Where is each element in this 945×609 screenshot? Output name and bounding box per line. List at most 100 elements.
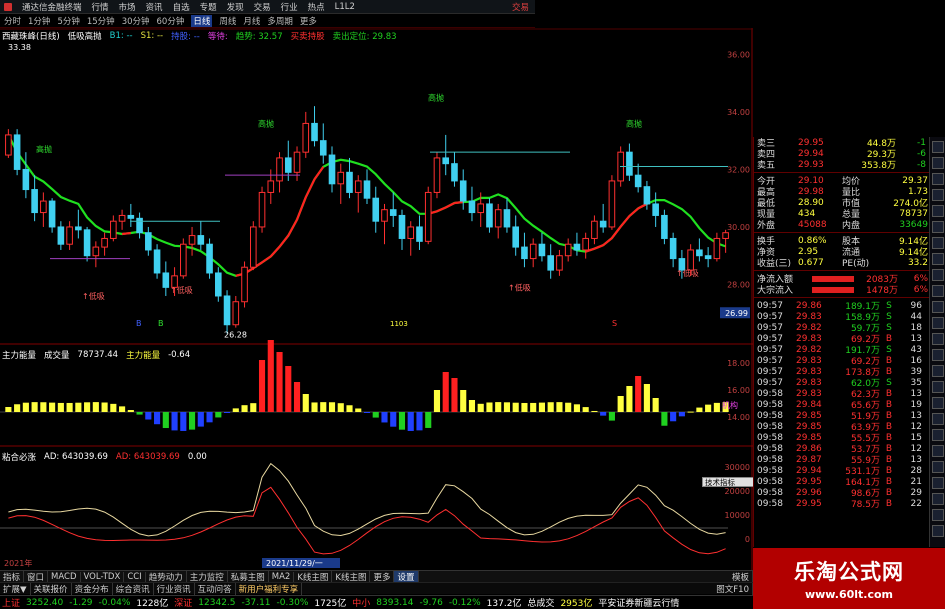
indicator-name[interactable]: 低吸高抛: [68, 30, 102, 42]
indicator-tab[interactable]: 私募主图: [228, 570, 269, 583]
menu-item[interactable]: 行情: [92, 1, 109, 13]
tool-icon[interactable]: [932, 477, 944, 489]
menu-item[interactable]: 发现: [227, 1, 244, 13]
tool-icon[interactable]: [932, 221, 944, 233]
period-tab[interactable]: 日线: [191, 14, 213, 27]
tick-price: 29.84: [796, 399, 822, 410]
ad-indicator-name[interactable]: 粘合必涨: [2, 451, 36, 463]
stat-value: 29.98: [798, 186, 824, 197]
tool-icon[interactable]: [932, 333, 944, 345]
candle-body: [494, 209, 502, 228]
info-tab[interactable]: 扩展▼: [0, 582, 31, 595]
period-tab[interactable]: 分时: [4, 15, 21, 27]
candle-body: [215, 272, 222, 297]
energy-bar: [381, 412, 388, 423]
tick-count: 39: [910, 366, 922, 377]
period-tab[interactable]: 周线: [219, 15, 236, 27]
period-tab[interactable]: 更多: [300, 15, 317, 27]
info-tab[interactable]: 综合资讯: [113, 582, 154, 595]
candle-body: [284, 157, 292, 173]
tick-volume: 78.5万: [850, 500, 880, 510]
f10-tab[interactable]: 图文F10: [713, 582, 753, 595]
indicator-tab[interactable]: 指标: [0, 570, 25, 583]
indicator-tabs: 指标 窗口 MACD VOL-TDX CCI 趋势动力 主力监控 私募主图 MA2 K线主图 K线主…: [0, 570, 753, 583]
info-tab[interactable]: 行业资讯: [154, 582, 195, 595]
tool-icon[interactable]: [932, 253, 944, 265]
menu-item[interactable]: 行业: [281, 1, 298, 13]
tick-price: 29.85: [796, 421, 822, 432]
period-tab[interactable]: 5分钟: [57, 15, 79, 27]
indicator-tab[interactable]: 更多: [370, 570, 395, 583]
trade-button[interactable]: 交易: [512, 1, 529, 13]
tool-icon[interactable]: [932, 413, 944, 425]
tool-icon[interactable]: [932, 173, 944, 185]
menu-item[interactable]: 交易: [254, 1, 271, 13]
tool-icon[interactable]: [932, 445, 944, 457]
menu-item[interactable]: L1L2: [335, 2, 355, 12]
info-tab[interactable]: 关联报价: [31, 582, 72, 595]
flow-percent: 6%: [913, 284, 928, 295]
tool-icon[interactable]: [932, 189, 944, 201]
indicator-tab[interactable]: 主力监控: [187, 570, 228, 583]
tool-icon[interactable]: [932, 365, 944, 377]
indicator-tab[interactable]: 设置: [394, 570, 419, 583]
tool-icon[interactable]: [932, 205, 944, 217]
period-tab[interactable]: 15分钟: [87, 15, 115, 27]
menu-item[interactable]: 自选: [173, 1, 190, 13]
energy-indicator-name[interactable]: 主力能量: [2, 349, 36, 361]
chart-area[interactable]: 36.00 34.00 32.00 30.00 28.00 33.38 26.28 ↑低吸 ↑低…: [0, 28, 753, 570]
tool-icon[interactable]: [932, 285, 944, 297]
info-tab[interactable]: 新用户福利专享: [236, 582, 303, 595]
indicator-tab[interactable]: 趋势动力: [146, 570, 187, 583]
tool-icon[interactable]: [932, 317, 944, 329]
tool-icon[interactable]: [932, 461, 944, 473]
indicator-tab[interactable]: MA2: [269, 571, 295, 582]
tick-count: 13: [910, 333, 922, 344]
sz-label[interactable]: 深证: [174, 596, 192, 609]
volume-value: 78737.44: [77, 350, 119, 360]
indicator-tab[interactable]: CCI: [124, 571, 146, 582]
menu-item[interactable]: 资讯: [146, 1, 163, 13]
tool-icon[interactable]: [932, 237, 944, 249]
sh-label[interactable]: 上证: [2, 596, 20, 609]
broker-name: 平安证券新疆云行情: [598, 599, 680, 609]
template-tab[interactable]: 模板: [729, 570, 753, 583]
tool-icon[interactable]: [932, 269, 944, 281]
zx-label[interactable]: 中小: [352, 596, 370, 609]
indicator-tab[interactable]: K线主图: [332, 570, 371, 583]
info-tab[interactable]: 互动问答: [195, 582, 236, 595]
candle-body: [687, 249, 694, 271]
tool-icon[interactable]: [932, 509, 944, 521]
tool-icon[interactable]: [932, 381, 944, 393]
period-tab[interactable]: 1分钟: [28, 15, 50, 27]
tick-price: 29.82: [796, 322, 822, 333]
energy-bar: [661, 412, 668, 426]
period-tab[interactable]: 30分钟: [122, 15, 150, 27]
tool-icon[interactable]: [932, 397, 944, 409]
indicator-tab[interactable]: 窗口: [24, 570, 49, 583]
ad-zero: 0.00: [187, 452, 207, 462]
menu-item[interactable]: 热点: [308, 1, 325, 13]
menu-item[interactable]: 市场: [119, 1, 136, 13]
tool-icon[interactable]: [932, 157, 944, 169]
s1-value: S1: --: [140, 31, 164, 41]
tool-icon[interactable]: [932, 493, 944, 505]
tool-icon[interactable]: [932, 141, 944, 153]
indicator-tab[interactable]: VOL-TDX: [81, 571, 125, 582]
b-marker: B: [136, 319, 142, 328]
tool-icon[interactable]: [932, 525, 944, 537]
indicator-tab[interactable]: K线主图: [294, 570, 333, 583]
tool-icon[interactable]: [932, 301, 944, 313]
energy-bar: [241, 405, 248, 412]
tool-icon[interactable]: [932, 349, 944, 361]
candle-body: [232, 301, 240, 326]
period-tab[interactable]: 60分钟: [157, 15, 185, 27]
period-tab[interactable]: 月线: [243, 15, 260, 27]
energy-bar: [635, 376, 642, 412]
tool-icon[interactable]: [932, 429, 944, 441]
stock-name[interactable]: 西藏珠峰(日线): [2, 30, 60, 42]
menu-item[interactable]: 专题: [200, 1, 217, 13]
info-tab[interactable]: 资金分布: [72, 582, 113, 595]
period-tab[interactable]: 多周期: [267, 15, 293, 27]
indicator-tab[interactable]: MACD: [48, 571, 81, 582]
